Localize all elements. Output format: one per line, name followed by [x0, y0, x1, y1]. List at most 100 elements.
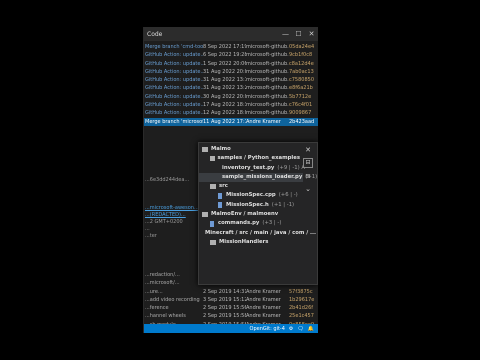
detail-link[interactable]: ...microsoft-aweson... [144, 205, 204, 212]
collapse-icon[interactable]: ⊟ [303, 158, 313, 168]
change-count: (+9 | -1) A [277, 164, 306, 171]
change-count: (+6 | -) [278, 192, 298, 199]
tree-folder[interactable]: src [199, 182, 303, 191]
commit-hash: c8a12d4e [289, 60, 314, 67]
expand-icon[interactable]: ⌄ [303, 184, 313, 194]
tree-label: inventory_test.py [222, 164, 275, 171]
detail-text: ...ter [145, 233, 157, 239]
file-icon [218, 193, 222, 200]
tree-folder[interactable]: Minecraft / src / main / java / com / ..… [199, 229, 316, 238]
commit-date: 31 Aug 2022 13:18 [203, 77, 246, 84]
tree-label: samples / Python_examples [217, 155, 300, 162]
commit-message: GitHub Action: update... [145, 68, 203, 75]
folder-icon [210, 184, 216, 190]
commit-author: Andre Kramer [246, 305, 281, 312]
panel-toolbar: ✕ ⊟ ≡ ⌄ [303, 145, 315, 197]
commit-message: ...redaction/... [145, 272, 180, 278]
commit-message: GitHub Action: update... [145, 102, 203, 109]
commit-date: 2 Sep 2019 14:31 [203, 288, 246, 295]
tree-label: src [219, 183, 228, 190]
commit-date: 31 Aug 2022 20:05 [203, 68, 246, 75]
tree-file[interactable]: inventory_test.py (+9 | -1) A [199, 164, 306, 173]
commit-date: 3 Sep 2019 15:12 [203, 296, 246, 303]
detail-link[interactable]: ...(REDACTED)... [144, 212, 204, 219]
commit-row[interactable]: GitHub Action: update...17 Aug 2022 18:3… [144, 101, 318, 109]
commit-row[interactable]: Merge branch 'cmd-tool... 8 Sep 2022 17:1… [144, 43, 318, 51]
tree-file[interactable]: MissionSpec.h (+1 | -1) [199, 201, 303, 210]
tree-file[interactable]: commands.py (+3 | -) [199, 219, 303, 228]
commit-author: Andre Kramer [246, 288, 281, 295]
commit-date: 8 Sep 2022 17:19 [203, 44, 246, 50]
commit-author: microsoft-github... [246, 52, 289, 59]
commit-message: GitHub Action: update... [145, 110, 203, 117]
commit-hash: c76c4f01 [289, 102, 313, 109]
commit-row[interactable]: GitHub Action: update...31 Aug 2022 13:1… [144, 76, 318, 84]
commit-message: ...hannel wheels [145, 313, 186, 320]
detail-text [144, 198, 204, 205]
file-icon [210, 221, 214, 228]
commit-hash: 05da24e4 [289, 44, 315, 50]
maximize-button[interactable]: ☐ [292, 27, 305, 41]
minimize-button[interactable]: — [279, 27, 292, 41]
commit-date: 6 Sep 2022 19:28 [203, 52, 246, 59]
commit-date: 30 Aug 2022 20:05 [203, 93, 246, 100]
commit-date: 11 Aug 2022 17:11 [203, 118, 246, 125]
commit-author: microsoft-github... [246, 77, 289, 84]
file-icon [218, 202, 222, 209]
close-panel-icon[interactable]: ✕ [303, 145, 313, 155]
folder-icon [210, 156, 215, 162]
title-bar: Code — ☐ ✕ [144, 27, 318, 41]
commit-row[interactable]: GitHub Action: update...31 Aug 2022 20:0… [144, 68, 318, 76]
commit-author: Andre Kramer [246, 118, 281, 125]
tree-folder[interactable]: MissionHandlers [199, 238, 303, 247]
commit-message: GitHub Action: update... [145, 60, 203, 67]
commit-hash: 5b7712e [289, 93, 312, 100]
window-title: Code [147, 30, 163, 38]
folder-icon [210, 240, 216, 246]
detail-text: ...6e3dd244dea... [145, 177, 190, 183]
commit-author: microsoft-github... [246, 110, 289, 117]
commit-row[interactable]: GitHub Action: update... 1 Sep 2022 20:06… [144, 60, 318, 68]
list-view-icon[interactable]: ≡ [303, 171, 313, 181]
tree-folder[interactable]: samples / Python_examples [199, 154, 303, 163]
tree-folder[interactable]: MalmoEnv / malmoenv [199, 210, 303, 219]
commit-message: GitHub Action: update... [145, 52, 203, 59]
tree-file[interactable]: MissionSpec.cpp (+6 | -) [199, 191, 303, 200]
commit-row[interactable]: GitHub Action: update... 6 Sep 2022 19:28… [144, 51, 318, 59]
tree-file[interactable]: sample_missions_loader.py (+1) [199, 172, 317, 183]
commit-hash: 9cb1f0c8 [289, 52, 313, 59]
commit-row[interactable]: GitHub Action: update...31 Aug 2022 13:2… [144, 84, 318, 92]
settings-icon[interactable]: ⚙ [289, 326, 293, 332]
commit-hash: e8f6a21b [289, 85, 313, 92]
detail-text: ... [145, 226, 150, 232]
commit-row[interactable]: ...ure... 2 Sep 2019 14:31 Andre Kramer 57f… [144, 288, 318, 296]
commit-row[interactable]: Merge branch 'microsoft...11 Aug 2022 17… [144, 117, 318, 126]
commit-row[interactable]: GitHub Action: update...12 Aug 2022 18:0… [144, 109, 318, 117]
commit-author: microsoft-github... [246, 85, 289, 92]
commit-author: microsoft-github... [246, 68, 289, 75]
commit-message: Merge branch 'microsoft... [145, 118, 203, 125]
commit-hash: 9009867 [289, 110, 312, 117]
commit-message: GitHub Action: update... [145, 93, 203, 100]
status-branch[interactable]: OpenGit: git-4 [250, 326, 285, 332]
tree-label: MissionHandlers [219, 238, 269, 245]
bell-icon[interactable]: 🔔 [308, 326, 314, 332]
commit-date: 31 Aug 2022 13:23 [203, 85, 246, 92]
changed-files-panel: Malmo samples / Python_examples inventory_… [198, 142, 318, 285]
commit-message: ...ference [145, 305, 169, 312]
status-bar: OpenGit: git-4 ⚙ 🗨 🔔 [144, 324, 318, 333]
commit-author: microsoft-github... [246, 60, 289, 67]
commit-row[interactable]: ...ference 2 Sep 2019 15:56 Andre Kramer 2b… [144, 304, 318, 312]
tree-label: MissionSpec.cpp [226, 192, 276, 199]
change-count: (+3 | -) [262, 220, 282, 227]
commit-row[interactable]: ...hannel wheels 2 Sep 2019 15:58 Andre Kr… [144, 312, 318, 320]
feedback-icon[interactable]: 🗨 [297, 326, 303, 332]
tree-label: sample_missions_loader.py [222, 173, 303, 180]
commit-row[interactable]: ...add video recording 3 Sep 2019 15:12 An… [144, 296, 318, 304]
commit-hash: 1b29617e [289, 296, 315, 303]
tree-folder[interactable]: Malmo [199, 145, 303, 154]
commit-row[interactable]: GitHub Action: update...30 Aug 2022 20:0… [144, 93, 318, 101]
commit-message: GitHub Action: update... [145, 77, 203, 84]
close-button[interactable]: ✕ [305, 27, 318, 41]
tree-label: MissionSpec.h [226, 201, 269, 208]
